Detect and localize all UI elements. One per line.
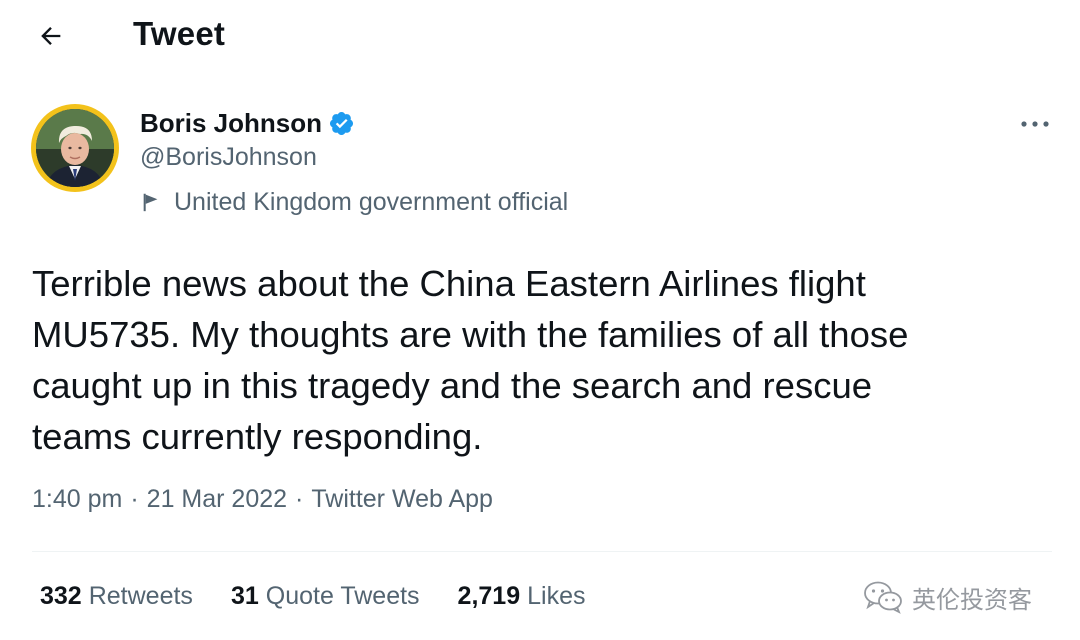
flag-icon	[140, 191, 162, 213]
more-horizontal-icon	[1020, 120, 1050, 128]
likes-label: Likes	[527, 582, 586, 610]
wechat-icon	[862, 580, 904, 614]
quote-tweets-count: 31	[230, 582, 259, 610]
tweet-text: Terrible news about the China Eastern Ai…	[32, 263, 909, 457]
likes-stat[interactable]: 2,719 Likes	[458, 582, 586, 611]
avatar-photo	[36, 109, 114, 187]
arrow-left-icon	[37, 22, 65, 55]
tweet-meta: 1:40 pm · 21 Mar 2022 · Twitter Web App	[32, 485, 493, 514]
tweet-header: Tweet	[0, 0, 1080, 76]
page-title: Tweet	[133, 15, 226, 52]
quote-tweets-stat[interactable]: 31 Quote Tweets	[231, 582, 420, 611]
government-label: United Kingdom government official	[140, 186, 568, 218]
divider	[32, 551, 1052, 552]
author-display-name[interactable]: Boris Johnson	[140, 108, 322, 139]
tweet-date[interactable]: 21 Mar 2022	[147, 485, 287, 514]
watermark: 英伦投资客	[862, 578, 1032, 616]
likes-count: 2,719	[457, 582, 521, 610]
more-options-button[interactable]	[1015, 110, 1055, 138]
tweet-time[interactable]: 1:40 pm	[32, 485, 122, 514]
author-handle[interactable]: @BorisJohnson	[140, 143, 317, 172]
tweet-stats: 332 Retweets 31 Quote Tweets 2,719 Likes	[40, 582, 623, 611]
meta-separator: ·	[295, 485, 304, 513]
author-name-row: Boris Johnson	[140, 106, 355, 140]
meta-separator: ·	[130, 485, 139, 513]
back-button[interactable]	[31, 20, 71, 56]
verified-badge-icon	[328, 110, 355, 137]
retweets-label: Retweets	[88, 582, 193, 610]
tweet-source[interactable]: Twitter Web App	[311, 485, 493, 514]
government-label-text[interactable]: United Kingdom government official	[174, 188, 568, 217]
retweets-count: 332	[40, 582, 82, 610]
quote-tweets-label: Quote Tweets	[265, 582, 420, 610]
retweets-stat[interactable]: 332 Retweets	[40, 582, 193, 611]
watermark-text: 英伦投资客	[912, 585, 1032, 614]
avatar[interactable]	[31, 104, 119, 192]
